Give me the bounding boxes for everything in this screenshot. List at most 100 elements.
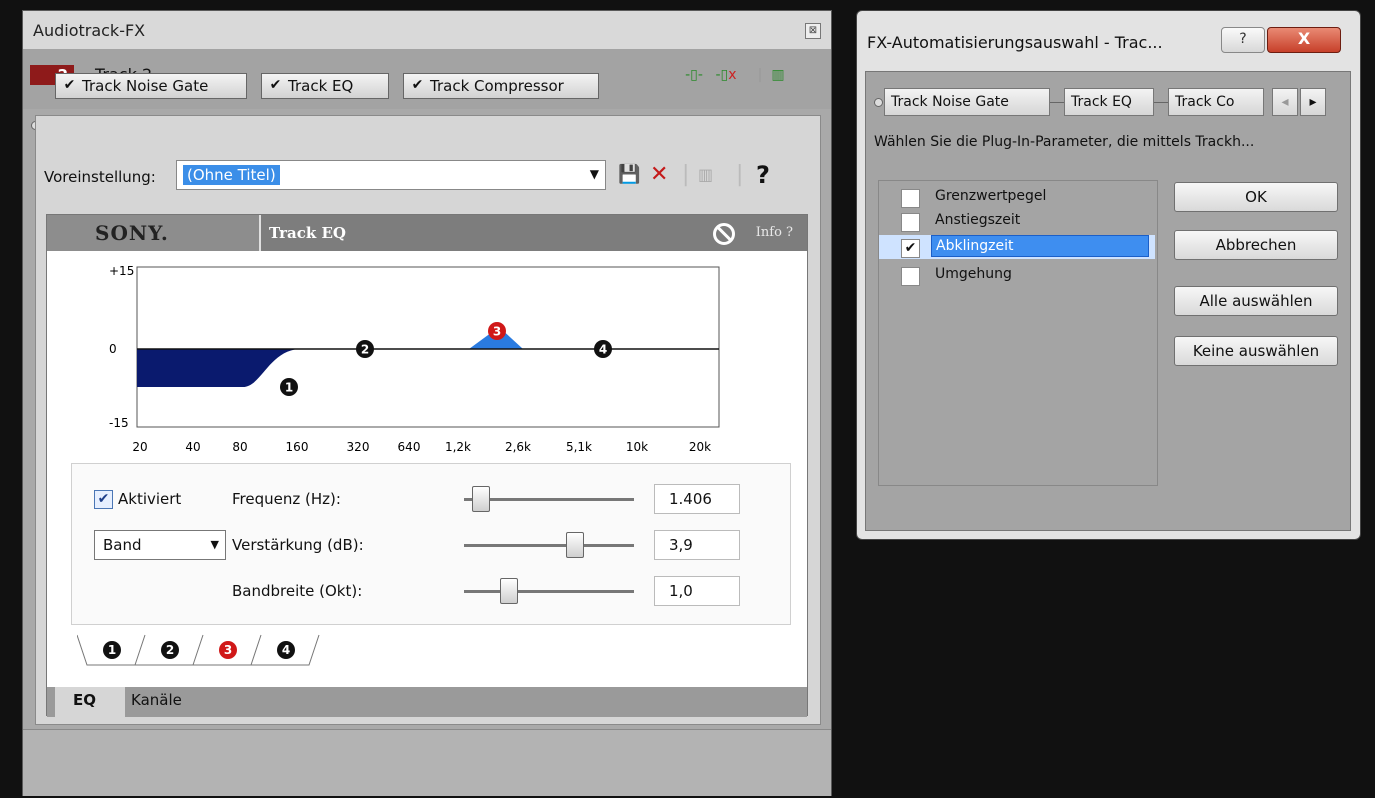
svg-text:3: 3 (493, 325, 501, 339)
dialog-title: FX-Automatisierungsauswahl - Trac... (867, 33, 1163, 52)
parameter-label: Anstiegszeit (935, 212, 1021, 228)
tab-track-eq[interactable]: Track EQ (1064, 88, 1154, 116)
plugin-chain-icon[interactable]: -▯- (683, 65, 705, 85)
plugin-button-noise-gate[interactable]: ✔ Track Noise Gate (55, 73, 247, 99)
checkmark-icon[interactable]: ✔ (410, 78, 425, 93)
band-tab-1[interactable]: 1 (83, 633, 141, 667)
band-marker-2: 2 (356, 340, 374, 358)
help-icon[interactable]: ? (756, 162, 770, 188)
band-tab-3[interactable]: 3 (199, 633, 257, 667)
bandwidth-slider-track[interactable] (464, 590, 634, 593)
gain-slider-track[interactable] (464, 544, 634, 547)
band-number-badge: 1 (103, 641, 121, 659)
plugin-properties-icon[interactable]: ▥ (698, 162, 713, 188)
x-tick-label: 640 (398, 440, 421, 454)
band-controls: ✔ Aktiviert Band ▼ Frequenz (Hz): 1.406 … (71, 463, 791, 625)
y-tick-label: -15 (109, 416, 129, 430)
band-tab-4[interactable]: 4 (257, 633, 315, 667)
svg-text:1: 1 (285, 381, 293, 395)
frequency-slider-thumb[interactable] (472, 486, 490, 512)
plugin-panel: Voreinstellung: (Ohne Titel) ▼ 💾 ✕ | ▥ |… (35, 115, 821, 725)
checkmark-icon[interactable]: ✔ (62, 78, 77, 93)
parameter-checkbox[interactable] (901, 267, 920, 286)
band-marker-1: 1 (280, 378, 298, 396)
parameter-checkbox[interactable] (901, 189, 920, 208)
eq-graph[interactable]: +15 0 -15 1 2 3 4 20 40 80 160 320 640 1… (47, 251, 807, 461)
plugin-button-compressor[interactable]: ✔ Track Compressor (403, 73, 599, 99)
plugin-label: Track EQ (288, 77, 354, 95)
gain-field[interactable]: 3,9 (654, 530, 740, 560)
tab-kanaele[interactable]: Kanäle (131, 691, 182, 709)
x-tick-label: 2,6k (505, 440, 531, 454)
parameter-checkbox[interactable] (901, 213, 920, 232)
tab-track-noise-gate[interactable]: Track Noise Gate (884, 88, 1050, 116)
svg-text:4: 4 (599, 343, 607, 357)
toolbar-separator: | (736, 162, 744, 187)
enabled-checkbox[interactable]: ✔ (94, 490, 113, 509)
track-eq-plugin: SONY. Track EQ Info ? +15 0 -15 1 2 3 4 (46, 214, 808, 717)
band-number-badge: 2 (161, 641, 179, 659)
x-tick-label: 320 (347, 440, 370, 454)
x-tick-label: 160 (286, 440, 309, 454)
filter-type-value: Band (103, 536, 142, 554)
ok-button[interactable]: OK (1174, 182, 1338, 212)
preset-dropdown[interactable]: (Ohne Titel) ▼ (176, 160, 606, 190)
chevron-right-icon[interactable]: ▸ (1300, 88, 1326, 116)
bandwidth-slider-thumb[interactable] (500, 578, 518, 604)
list-item[interactable]: ✔ Abklingzeit (879, 235, 1155, 259)
parameter-checkbox[interactable]: ✔ (901, 239, 920, 258)
close-icon[interactable]: X (1267, 27, 1341, 53)
bypass-icon[interactable] (713, 223, 735, 245)
select-all-button[interactable]: Alle auswählen (1174, 286, 1338, 316)
plugin-header: SONY. Track EQ Info ? (47, 215, 807, 251)
filter-type-select[interactable]: Band ▼ (94, 530, 226, 560)
band-tab-2[interactable]: 2 (141, 633, 199, 667)
gain-slider-thumb[interactable] (566, 532, 584, 558)
list-item[interactable]: Umgehung (879, 263, 1155, 287)
close-icon[interactable]: ⊠ (805, 23, 821, 39)
select-none-button[interactable]: Keine auswählen (1174, 336, 1338, 366)
x-tick-label: 20 (132, 440, 147, 454)
x-tick-label: 80 (232, 440, 247, 454)
cancel-button[interactable]: Abbrechen (1174, 230, 1338, 260)
x-tick-label: 20k (689, 440, 711, 454)
chevron-left-icon[interactable]: ◂ (1272, 88, 1298, 116)
tab-track-compressor[interactable]: Track Co (1168, 88, 1264, 116)
window-titlebar[interactable]: Audiotrack-FX ⊠ (23, 11, 831, 49)
bandwidth-label: Bandbreite (Okt): (232, 582, 363, 600)
chevron-down-icon[interactable]: ▼ (590, 167, 599, 181)
dialog-body: Track Noise Gate Track EQ Track Co ◂ ▸ W… (865, 71, 1351, 531)
band-number-badge: 3 (219, 641, 237, 659)
remove-plugin-icon[interactable]: -▯x (715, 65, 737, 85)
parameter-label: Grenzwertpegel (935, 188, 1047, 204)
parameter-list[interactable]: Grenzwertpegel Anstiegszeit ✔ Abklingzei… (878, 180, 1158, 486)
x-tick-label: 40 (185, 440, 200, 454)
track-header: 2 Track 2 -▯- -▯x | ▥ ✔ Track Noise Gate… (23, 49, 831, 130)
checkmark-icon[interactable]: ✔ (268, 78, 283, 93)
band-number-badge: 4 (277, 641, 295, 659)
brand-area: SONY. (47, 215, 261, 251)
chain-line (1050, 102, 1064, 103)
frequency-field[interactable]: 1.406 (654, 484, 740, 514)
preset-value[interactable]: (Ohne Titel) (183, 165, 280, 185)
window-title: Audiotrack-FX (33, 21, 146, 40)
svg-text:2: 2 (361, 343, 369, 357)
plugin-title: Track EQ (269, 224, 346, 242)
status-area (23, 729, 831, 796)
help-icon[interactable]: ? (1221, 27, 1265, 53)
chevron-down-icon[interactable]: ▼ (211, 531, 219, 559)
save-preset-icon[interactable]: 💾 (618, 162, 640, 188)
plugin-button-track-eq[interactable]: ✔ Track EQ (261, 73, 389, 99)
list-item[interactable]: Anstiegszeit (879, 209, 1155, 233)
frequency-label: Frequenz (Hz): (232, 490, 341, 508)
y-tick-label: +15 (109, 264, 134, 278)
list-item[interactable]: Grenzwertpegel (879, 185, 1155, 209)
bandwidth-field[interactable]: 1,0 (654, 576, 740, 606)
chain-start-dot (874, 98, 883, 107)
automation-settings-icon[interactable]: ▥ (767, 65, 789, 85)
toolbar-separator: | (682, 162, 690, 187)
x-tick-label: 5,1k (566, 440, 592, 454)
tab-eq[interactable]: EQ (73, 691, 96, 709)
delete-preset-icon[interactable]: ✕ (650, 162, 668, 188)
info-link[interactable]: Info ? (756, 225, 793, 240)
